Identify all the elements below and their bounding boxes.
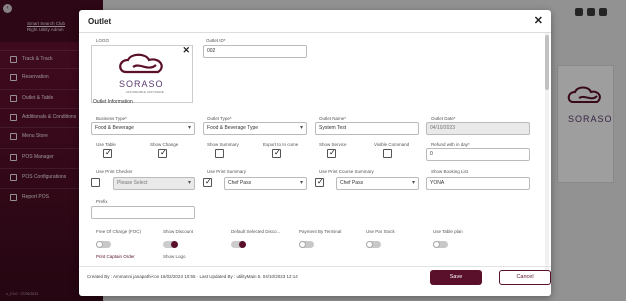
logo-label: LOGO [96, 38, 110, 43]
use-table-checkbox[interactable] [103, 148, 112, 158]
created-info: Created By : Ammanni janapathi<on 16/02/… [87, 274, 298, 279]
outlet-modal: Outlet ✕ LOGO ✕ SORASO AFFORDABLE SOFTWA… [79, 10, 551, 296]
foc-label: Free Of Charge (FOC) [96, 229, 142, 234]
payment-terminal-toggle[interactable] [299, 241, 314, 248]
toggle-knob [433, 241, 440, 248]
outlet-name-input[interactable]: System Test [315, 122, 419, 135]
print-summary-select[interactable]: Chef Pass [224, 177, 307, 190]
show-logo-label: Show Logo [163, 254, 186, 259]
toggle-knob [299, 241, 306, 248]
payment-terminal-label: Payment By Terminal [299, 229, 342, 234]
show-service-label: Show Service [319, 142, 347, 147]
use-print-checker-label: Use Print Checker [96, 169, 133, 174]
toggle-knob [366, 241, 373, 248]
soraso-logo-icon [119, 53, 163, 74]
print-captain-label: Print Captain Order [96, 254, 135, 259]
section-title: Outlet Information [93, 99, 133, 105]
use-print-summary-checkbox[interactable] [203, 177, 212, 187]
print-checker-select: Please Select [113, 177, 195, 190]
booking-input[interactable]: YONA [426, 177, 530, 190]
remove-logo-icon[interactable]: ✕ [182, 45, 190, 56]
use-table-plan-toggle[interactable] [433, 241, 448, 248]
use-par-stock-label: Use Par Stock [366, 229, 395, 234]
show-service-checkbox[interactable] [327, 148, 336, 158]
outlet-date-label: Outlet Date* [431, 116, 456, 121]
foc-toggle[interactable] [96, 241, 111, 248]
modal-divider [79, 32, 551, 33]
logo-tagline: AFFORDABLE SOFTWARE [126, 90, 164, 94]
show-summary-checkbox[interactable] [215, 149, 224, 158]
use-par-stock-toggle[interactable] [366, 241, 381, 248]
use-print-course-label: Use Print Course Summary [319, 169, 374, 174]
print-course-select[interactable]: Chef Pass [336, 177, 419, 190]
export-income-checkbox[interactable] [272, 148, 281, 158]
visible-command-label: Visible Command [374, 142, 410, 147]
use-table-plan-label: Use Table plan [433, 229, 463, 234]
visible-command-checkbox[interactable] [383, 149, 392, 158]
close-icon[interactable]: ✕ [534, 14, 543, 27]
outlet-id-input[interactable]: 002 [203, 45, 307, 58]
modal-title: Outlet [88, 17, 112, 26]
outlet-id-label: Outlet ID* [206, 38, 226, 43]
outlet-type-label: Outlet Type* [207, 116, 232, 121]
modal-scrollbar[interactable] [545, 33, 549, 271]
outlet-type-select[interactable]: Food & Beverage Type [203, 122, 307, 135]
show-discount-label: Show Discount [163, 229, 194, 234]
use-table-label: Use Table [96, 142, 116, 147]
refund-label: Refund with in day* [431, 142, 470, 147]
outlet-date-input: 04/10/2023 [426, 122, 530, 135]
scrollbar-thumb[interactable] [545, 35, 549, 90]
logo-upload[interactable]: ✕ SORASO AFFORDABLE SOFTWARE [91, 45, 193, 103]
prefix-input[interactable] [91, 206, 195, 219]
use-print-course-checkbox[interactable] [315, 177, 324, 187]
show-summary-label: Show Summary [207, 142, 239, 147]
footer-divider [79, 266, 551, 267]
show-change-checkbox[interactable] [158, 148, 167, 158]
default-discount-toggle[interactable] [231, 241, 246, 248]
prefix-label: Prefix [96, 199, 108, 204]
logo-brand: SORASO [119, 79, 164, 89]
toggle-knob [96, 241, 103, 248]
business-type-label: Business Type* [96, 116, 127, 121]
default-discount-label: Default Selected Disco... [231, 229, 281, 234]
toggle-knob [239, 241, 246, 248]
toggle-knob [171, 241, 178, 248]
business-type-select[interactable]: Food & Beverage [91, 122, 195, 135]
save-button[interactable]: Save [430, 270, 482, 285]
cancel-button[interactable]: Cancel [499, 270, 551, 285]
show-change-label: Show Change [150, 142, 179, 147]
show-discount-toggle[interactable] [163, 241, 178, 248]
outlet-name-label: Outlet Name* [319, 116, 347, 121]
use-print-checker-checkbox[interactable] [91, 178, 100, 187]
use-print-summary-label: Use Print Summary [207, 169, 247, 174]
refund-input[interactable]: 0 [426, 148, 530, 161]
show-booking-label: Show Booking List [431, 169, 469, 174]
export-income-label: Export to In come [263, 142, 299, 147]
